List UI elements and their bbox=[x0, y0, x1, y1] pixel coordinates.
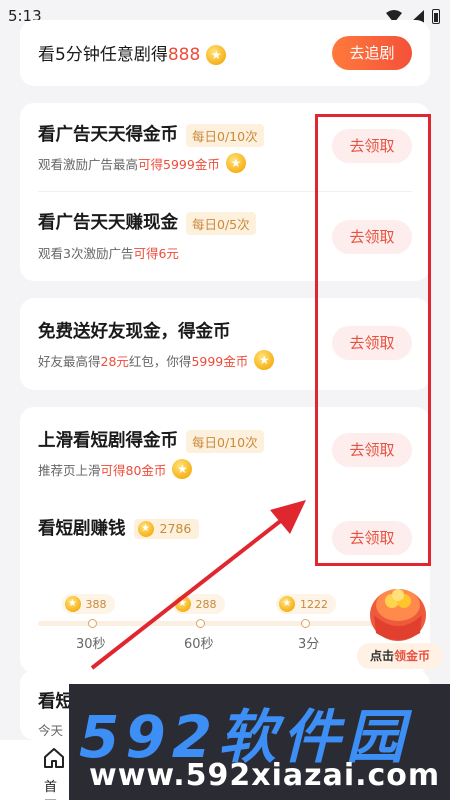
watermark-url: www.592xiazai.com bbox=[89, 758, 441, 793]
annotation-arrow-icon bbox=[90, 500, 306, 670]
watermark: 592软件园 www.592xiazai.com bbox=[69, 684, 450, 800]
